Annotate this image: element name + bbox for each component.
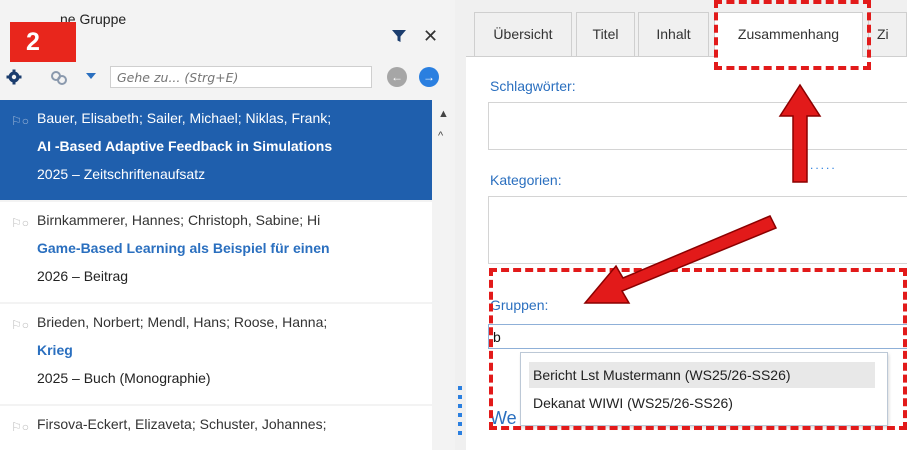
splitter-grip <box>458 386 462 390</box>
reference-authors: Brieden, Norbert; Mendl, Hans; Roose, Ha… <box>37 314 328 330</box>
keywords-field[interactable] <box>488 102 907 150</box>
step-number-badge: 2 <box>10 22 76 62</box>
list-scrollbar[interactable]: ▲ ^ <box>432 100 455 450</box>
reference-list-item[interactable]: ⚐○ Firsova-Eckert, Elizaveta; Schuster, … <box>0 406 432 450</box>
tab-overview[interactable]: Übersicht <box>474 12 572 56</box>
close-icon[interactable]: ✕ <box>423 26 438 47</box>
reference-meta: 2026 – Beitrag <box>37 268 129 284</box>
flag-icon[interactable]: ⚐○ <box>11 216 29 230</box>
flag-icon[interactable]: ⚐○ <box>11 114 29 128</box>
arrow-right-icon: → <box>423 70 435 84</box>
goto-search-input[interactable] <box>110 66 372 88</box>
splitter-grip <box>458 413 462 417</box>
chevron-down-icon[interactable] <box>86 73 96 79</box>
highlight-tab-box <box>714 0 871 70</box>
arrow-left-icon: ← <box>391 70 403 84</box>
splitter-grip <box>458 395 462 399</box>
scroll-up-icon[interactable]: ^ <box>438 130 443 142</box>
reference-authors: Birnkammerer, Hannes; Christoph, Sabine;… <box>37 212 321 228</box>
forward-button[interactable]: → <box>419 67 439 87</box>
link-options-icon[interactable] <box>50 69 68 87</box>
reference-title: Krieg <box>37 342 73 358</box>
keywords-label: Schlagwörter: <box>490 78 576 94</box>
splitter-grip <box>458 404 462 408</box>
reference-list-item[interactable]: ⚐○ Birnkammerer, Hannes; Christoph, Sabi… <box>0 202 432 302</box>
reference-list-item[interactable]: ⚐○ Bauer, Elisabeth; Sailer, Michael; Ni… <box>0 100 432 200</box>
back-button[interactable]: ← <box>387 67 407 87</box>
flag-icon[interactable]: ⚐○ <box>11 318 29 332</box>
highlight-groups-box <box>489 268 907 430</box>
more-dots-icon[interactable]: ..... <box>810 158 837 172</box>
reference-authors: Bauer, Elisabeth; Sailer, Michael; Nikla… <box>37 110 332 126</box>
tab-citations[interactable]: Zi <box>868 12 907 56</box>
reference-title: Game-Based Learning als Beispiel für ein… <box>37 240 330 256</box>
scroll-to-top-icon[interactable]: ▲ <box>438 108 449 120</box>
splitter-grip <box>458 431 462 435</box>
reference-meta: 2025 – Buch (Monographie) <box>37 370 211 386</box>
gear-icon[interactable] <box>6 69 22 85</box>
group-panel: ne Gruppe 2 ✕ ← → ⚐○ Bauer, Elisabeth; S… <box>0 0 455 450</box>
categories-label: Kategorien: <box>490 172 562 188</box>
tab-content[interactable]: Inhalt <box>638 12 709 56</box>
reference-authors: Firsova-Eckert, Elizaveta; Schuster, Joh… <box>37 416 327 432</box>
reference-meta: 2025 – Zeitschriftenaufsatz <box>37 166 206 182</box>
flag-icon[interactable]: ⚐○ <box>11 420 29 434</box>
splitter-grip <box>458 422 462 426</box>
categories-field[interactable] <box>488 196 907 264</box>
filter-icon[interactable] <box>391 28 407 44</box>
reference-list-item[interactable]: ⚐○ Brieden, Norbert; Mendl, Hans; Roose,… <box>0 304 432 404</box>
reference-title: AI -Based Adaptive Feedback in Simulatio… <box>37 138 333 154</box>
tab-title[interactable]: Titel <box>576 12 635 56</box>
